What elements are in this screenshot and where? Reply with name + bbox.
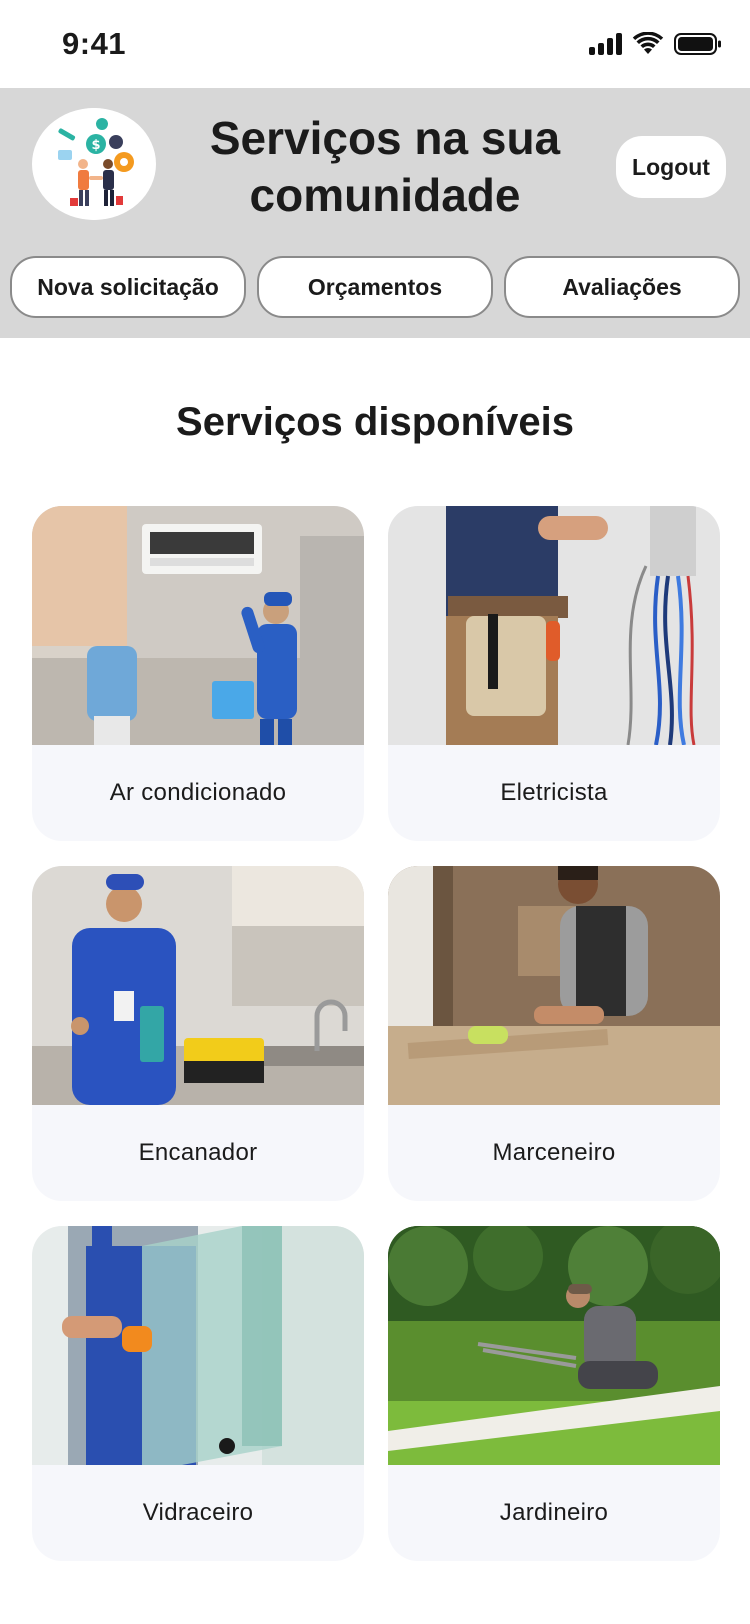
nav-reviews-button[interactable]: Avaliações [504,256,740,318]
service-card-plumber[interactable]: Encanador [32,866,364,1201]
status-icons [589,32,722,56]
status-bar: 9:41 [0,0,750,88]
service-card-carpenter[interactable]: Marceneiro [388,866,720,1201]
community-services-logo: $ [32,108,156,220]
signal-icon [589,33,622,55]
gear-icon [114,152,134,172]
nav-new-request-button[interactable]: Nova solicitação [10,256,246,318]
app-header: $ Serviços na sua comunidade Logout Nova… [0,88,750,338]
service-label: Vidraceiro [142,1499,254,1526]
service-card-air-conditioning[interactable]: Ar condicionado [32,506,364,841]
carpenter-workshop-photo [388,866,720,1105]
page-title-line1: Serviços na sua [209,112,561,164]
electrician-tool-belt-photo [388,506,720,745]
service-label: Marceneiro [492,1139,616,1166]
service-label: Encanador [138,1139,258,1166]
svg-text:$: $ [91,138,100,153]
service-card-electrician[interactable]: Eletricista [388,506,720,841]
page-title-line2: comunidade [249,169,521,221]
section-title: Serviços disponíveis [176,400,574,444]
main-nav: Nova solicitação Orçamentos Avaliações [10,256,740,318]
page-title: Serviços na sua comunidade [180,110,590,224]
service-label: Jardineiro [499,1499,609,1526]
plumber-thumbs-up-photo [32,866,364,1105]
wifi-icon [632,32,664,56]
battery-icon [674,32,722,56]
gardener-hedge-trimming-photo [388,1226,720,1465]
technician-air-conditioner-photo [32,506,364,745]
logout-button[interactable]: Logout [616,136,726,198]
service-card-glazier[interactable]: Vidraceiro [32,1226,364,1561]
service-card-gardener[interactable]: Jardineiro [388,1226,720,1561]
status-time: 9:41 [62,26,127,61]
service-label: Ar condicionado [109,779,287,806]
nav-quotes-button[interactable]: Orçamentos [257,256,493,318]
glazier-glass-panel-photo [32,1226,364,1465]
service-label: Eletricista [500,779,608,806]
